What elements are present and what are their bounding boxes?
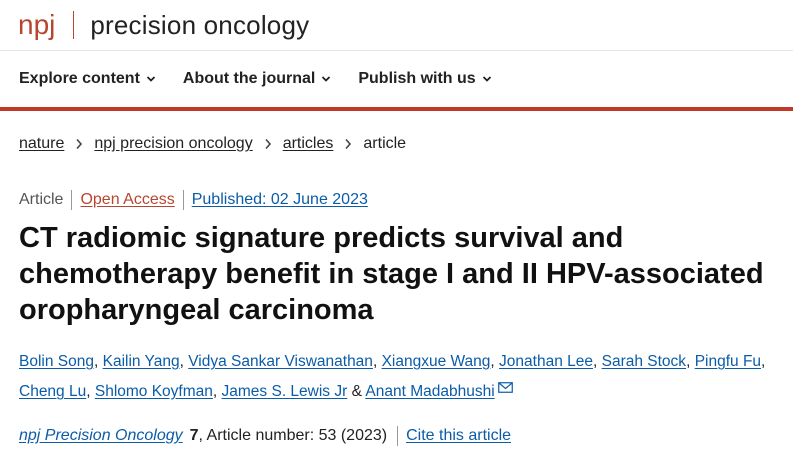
nav-label: Publish with us (358, 70, 476, 87)
nav-publish-with-us[interactable]: Publish with us (358, 70, 491, 88)
author-separator: , (490, 353, 495, 370)
cite-this-article-link[interactable]: Cite this article (406, 427, 511, 445)
author-link[interactable]: Shlomo Koyfman (95, 383, 213, 400)
author-link[interactable]: Xiangxue Wang (382, 353, 491, 370)
author-separator: , (372, 353, 378, 370)
chevron-down-icon (146, 76, 156, 82)
author-link[interactable]: Kailin Yang (103, 353, 180, 370)
divider (71, 190, 73, 210)
chevron-right-icon (265, 138, 271, 150)
author-link[interactable]: Vidya Sankar Viswanathan (188, 353, 373, 370)
author-link[interactable]: Bolin Song (19, 353, 94, 370)
author-separator: , (686, 353, 691, 370)
published-date-link[interactable]: Published: 02 June 2023 (192, 191, 368, 209)
author-separator: , (93, 353, 99, 370)
logo-npj: npj (18, 9, 56, 40)
citation-line: npj Precision Oncology 7 , Article numbe… (19, 425, 511, 447)
author-link[interactable]: James S. Lewis Jr (222, 383, 348, 400)
mail-icon[interactable] (497, 382, 513, 393)
article-title: CT radiomic signature predicts survival … (19, 222, 764, 326)
main-nav: Explore content About the journal Publis… (0, 51, 793, 111)
author-separator: , (212, 383, 218, 400)
breadcrumb-nature[interactable]: nature (19, 135, 64, 153)
nav-about-journal[interactable]: About the journal (183, 70, 331, 88)
breadcrumb: nature npj precision oncology articles a… (19, 133, 406, 155)
author-separator: , (593, 353, 598, 370)
chevron-down-icon (322, 76, 331, 82)
author-ampersand: & (351, 383, 362, 400)
nav-label: Explore content (19, 70, 140, 87)
logo-divider (73, 11, 75, 39)
journal-link[interactable]: npj Precision Oncology (19, 427, 183, 445)
breadcrumb-current: article (363, 135, 407, 152)
nav-explore-content[interactable]: Explore content (19, 70, 156, 88)
chevron-right-icon (76, 138, 83, 150)
logo-journal-name: precision oncology (90, 9, 310, 40)
author-link[interactable]: Cheng Lu (19, 383, 86, 400)
chevron-down-icon (482, 76, 491, 82)
author-list: Bolin Song, Kailin Yang, Vidya Sankar Vi… (19, 347, 779, 407)
author-separator: , (86, 383, 91, 400)
article-meta: Article Open Access Published: 02 June 2… (19, 189, 368, 211)
divider (182, 190, 184, 210)
citation-volume: 7 (189, 427, 199, 444)
author-separator: , (761, 353, 766, 370)
breadcrumb-articles[interactable]: articles (283, 135, 334, 153)
article-type: Article (19, 191, 64, 208)
corresponding-author-link[interactable]: Anant Madabhushi (365, 383, 494, 400)
author-link[interactable]: Jonathan Lee (499, 353, 593, 370)
journal-logo[interactable]: npj precision oncology (18, 8, 309, 42)
author-link[interactable]: Sarah Stock (602, 353, 686, 370)
chevron-right-icon (345, 138, 352, 150)
author-link[interactable]: Pingfu Fu (695, 353, 761, 370)
nav-label: About the journal (182, 70, 316, 87)
divider (397, 426, 399, 446)
breadcrumb-journal[interactable]: npj precision oncology (94, 135, 252, 153)
open-access-link[interactable]: Open Access (80, 191, 174, 209)
citation-details: , Article number: 53 (2023) (198, 427, 388, 444)
site-header: npj precision oncology (0, 0, 793, 51)
author-separator: , (179, 353, 184, 370)
